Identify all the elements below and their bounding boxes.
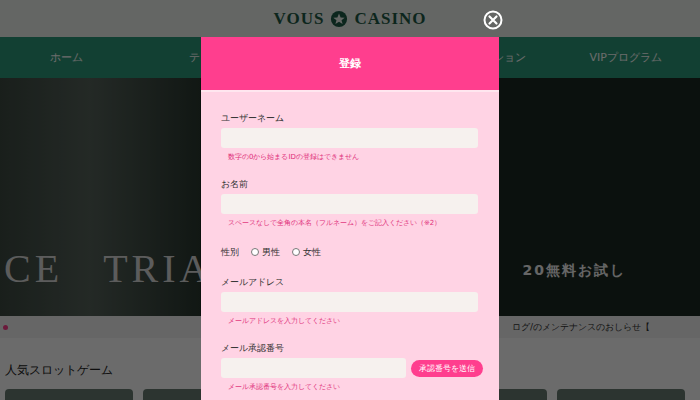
radio-label[interactable]: 男性 [262,246,280,258]
field-hint: メール承認番号を入力してください [221,382,479,392]
field-label: お名前 [221,178,479,190]
text-input[interactable] [221,194,478,214]
code-input[interactable] [221,358,406,378]
field-hint: スペースなしで全角の本名（フルネーム）をご記入ください（※2） [221,218,479,228]
send-code-button[interactable]: 承認番号を送信 [411,360,483,377]
text-input[interactable] [221,292,478,312]
radio-option[interactable]: 男性 [251,246,280,258]
screen: VOUSCASINOホームテションVIPプログラムCETRIAL20無料お試しロ… [0,0,700,400]
modal-body: ユーザーネーム数字の0から始まるIDの登録はできませんお名前スペースなしで全角の… [201,92,499,400]
form-field: ユーザーネーム数字の0から始まるIDの登録はできません [221,112,479,162]
form-field: メール承認番号承認番号を送信メール承認番号を入力してください [221,342,479,392]
field-label: ユーザーネーム [221,112,479,124]
text-input[interactable] [221,128,478,148]
radio-icon[interactable] [292,248,300,256]
field-hint: メールアドレスを入力してください [221,316,479,326]
gender-field: 性別 男性 女性 [221,244,479,260]
modal-title: 登録 [339,56,361,71]
radio-label[interactable]: 女性 [303,246,321,258]
close-icon[interactable] [483,10,503,30]
field-label: メールアドレス [221,276,479,288]
modal-overlay: 登録ユーザーネーム数字の0から始まるIDの登録はできませんお名前スペースなしで全… [0,0,700,400]
field-hint: 数字の0から始まるIDの登録はできません [221,152,479,162]
register-modal: 登録ユーザーネーム数字の0から始まるIDの登録はできませんお名前スペースなしで全… [201,37,499,400]
field-label: 性別 [221,246,239,258]
code-row: 承認番号を送信 [221,358,483,378]
form-field: お名前スペースなしで全角の本名（フルネーム）をご記入ください（※2） [221,178,479,228]
form-field: メールアドレスメールアドレスを入力してください [221,276,479,326]
radio-icon[interactable] [251,248,259,256]
modal-header: 登録 [201,37,499,92]
radio-option[interactable]: 女性 [292,246,321,258]
field-label: メール承認番号 [221,342,479,354]
